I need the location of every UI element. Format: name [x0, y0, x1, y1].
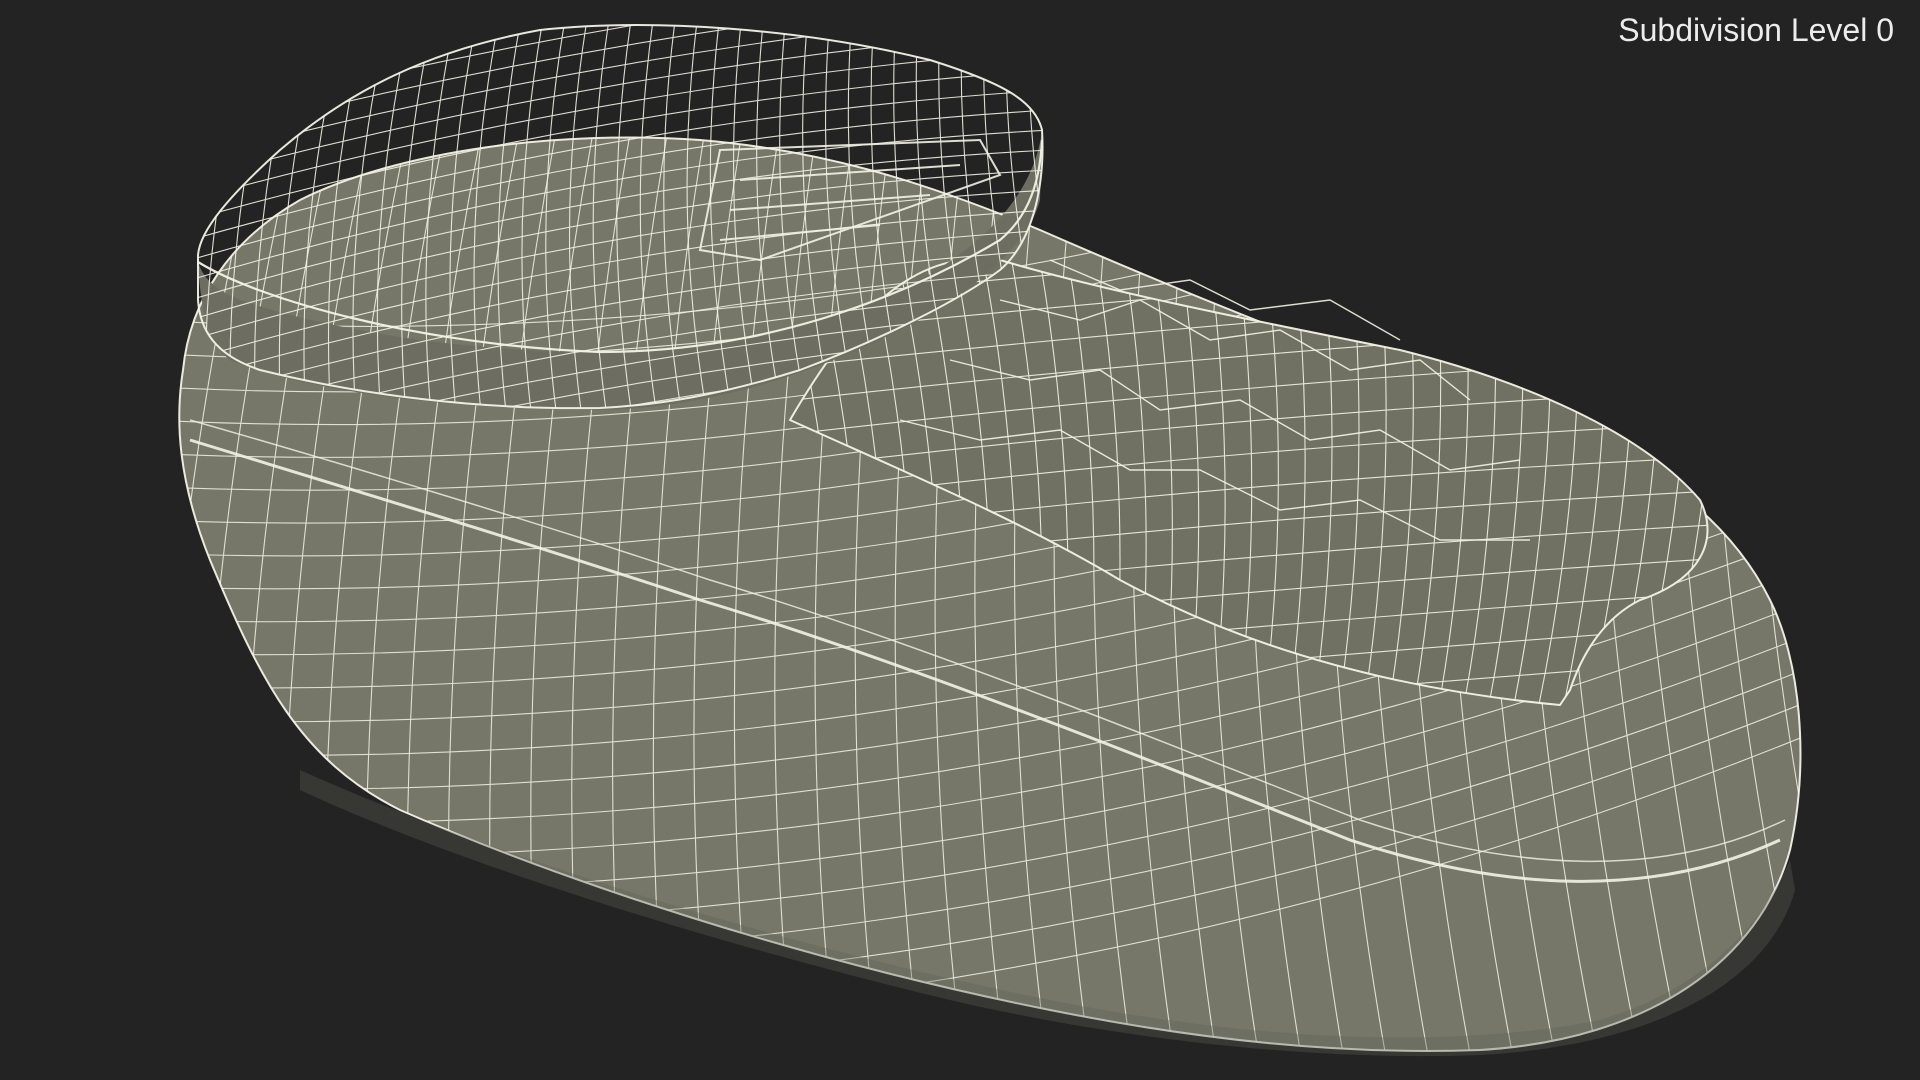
wireframe-model: [178, 24, 1802, 1057]
subdivision-level-label: Subdivision Level 0: [1618, 12, 1894, 48]
3d-viewport[interactable]: Subdivision Level 0: [0, 0, 1920, 1080]
